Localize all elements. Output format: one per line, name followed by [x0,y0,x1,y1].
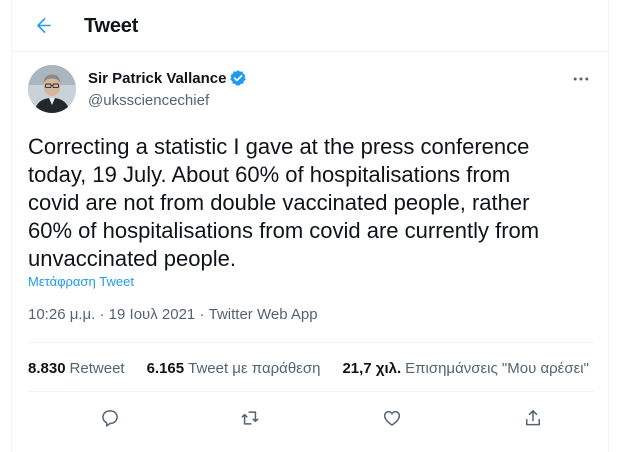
avatar-photo [28,65,76,113]
tweet-actions [28,403,594,433]
retweet-count[interactable]: 8.830 Retweet [28,360,125,377]
share-icon [526,410,540,426]
more-options-button[interactable] [568,66,594,92]
quote-tweet-count-label: Tweet με παράθεση [188,360,321,377]
tweet-stats: 8.830 Retweet 6.165 Tweet με παράθεση 21,7… [28,360,611,377]
author-handle[interactable]: @ukssciencechief [88,92,209,109]
like-count[interactable]: 21,7 χιλ. Επισημάνσεις "Μου αρέσει" [342,360,589,377]
tweet-time[interactable]: 10:26 μ.μ. [28,306,95,323]
more-dots-icon [573,77,589,81]
author-name-row: Sir Patrick Vallance [88,69,247,87]
like-count-label: Επισημάνσεις "Μου αρέσει" [405,360,589,377]
divider [28,391,594,392]
retweet-count-label: Retweet [69,360,125,377]
tweet-meta: 10:26 μ.μ. · 19 Ιουλ 2021 · Twitter Web … [28,306,318,323]
tweet-text: Correcting a statistic I gave at the pre… [28,134,540,271]
verified-badge-icon [230,70,247,86]
translate-tweet-link[interactable]: Μετάφραση Tweet [28,274,134,289]
retweet-button[interactable] [235,403,265,433]
tweet-source[interactable]: Twitter Web App [209,306,318,323]
tweet-date[interactable]: 19 Ιουλ 2021 [109,306,196,323]
page-header: Tweet [12,0,608,52]
reply-icon [102,410,118,427]
retweet-icon [241,411,259,425]
reply-button[interactable] [95,403,125,433]
quote-tweet-count[interactable]: 6.165 Tweet με παράθεση [147,360,321,377]
quote-tweet-count-value: 6.165 [146,360,185,377]
avatar[interactable] [28,65,76,113]
meta-separator: · [199,306,205,323]
retweet-count-value: 8.830 [28,360,66,377]
arrow-left-icon [36,17,51,34]
divider [28,342,594,343]
author-display-name[interactable]: Sir Patrick Vallance [88,70,226,87]
meta-separator: · [99,306,105,323]
page-title: Tweet [84,15,139,37]
like-button[interactable] [377,403,407,433]
like-icon [383,410,401,426]
like-count-value: 21,7 χιλ. [342,360,402,377]
share-button[interactable] [518,403,548,433]
tweet-page: Tweet Sir Patrick Vallance @ukssciencech… [11,0,609,452]
back-button[interactable] [30,12,58,40]
